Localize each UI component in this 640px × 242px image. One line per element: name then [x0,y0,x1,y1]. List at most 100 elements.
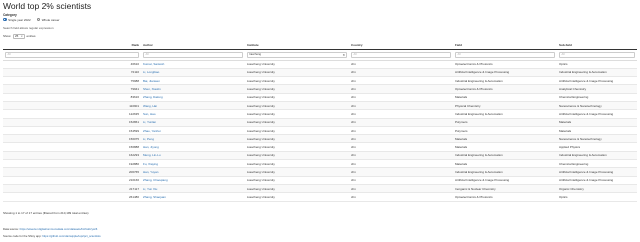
cell-rank: 206765 [3,167,141,177]
table-row: 152861 Li, Yunlan Liaocheng University chn P… [3,118,637,127]
author-filter-input[interactable]: All [143,51,243,58]
cell-subfield: Chemical Engineering [557,93,637,103]
cell-subfield: Optics [557,60,637,69]
column-header-rank[interactable]: Rank [3,41,141,50]
table-row: 110901 Wang, Hai Liaocheng University chn Ph… [3,101,637,111]
cell-subfield: Artificial Intelligence & Image Processi… [557,109,637,119]
header-row: Rank Author Institute Country Field Sub-… [3,41,637,50]
cell-field: Optoelectronics & Photonics [453,84,557,94]
cell-author[interactable]: Zhang, Dalong [141,93,245,103]
cell-subfield: Nanoscience & Nanotechnology [557,134,637,144]
length-menu-suffix: entries [26,34,36,38]
cell-author[interactable]: Fu, Xiaying [141,159,245,169]
table-row: 122635 Sun, Hao Liaocheng University chn Ind… [3,109,637,119]
cell-country: chn [349,192,453,202]
institute-filter-input[interactable]: liaocheng ✕ [247,51,347,58]
country-filter-input[interactable]: All [351,51,451,58]
cell-field: Materials [453,93,557,103]
cell-country: chn [349,84,453,94]
cell-field: Inorganic & Nuclear Chemistry [453,184,557,194]
cell-author[interactable]: Li, Peng [141,134,245,144]
cell-author[interactable]: Li, Longbiao [141,68,245,78]
cell-field: Industrial Engineering & Automation [453,167,557,177]
cell-subfield: Materials [557,126,637,136]
cell-institute: Liaocheng University [245,184,349,194]
cell-author[interactable]: Wang, Hai [141,101,245,111]
cell-author[interactable]: Li, Yun Xiu [141,184,245,194]
table-row: 79941 Shen, Xiaolin Liaocheng University ch… [3,84,637,94]
cell-rank: 72110 [3,68,141,78]
cell-subfield: Materials [557,118,637,127]
cell-field: Polymers [453,126,557,136]
source-code-prefix: Source code for the Shiny app: [3,234,42,238]
cell-country: chn [349,126,453,136]
cell-author[interactable]: Meng, Lin-Lu [141,151,245,161]
source-code-link[interactable]: https://github.com/danwipple/top2pct_sci… [42,234,100,238]
cell-institute: Liaocheng University [245,101,349,111]
category-label: Category [3,12,17,17]
cell-country: chn [349,93,453,103]
cell-institute: Liaocheng University [245,109,349,119]
data-source-link[interactable]: https://elsevier.digitalcommonsdata.com/… [20,227,98,231]
subfield-filter-input[interactable]: All [559,51,635,58]
column-header-author[interactable]: Author [141,41,245,50]
chevron-down-icon: ▾ [21,34,23,38]
cell-author[interactable]: Kumar, Santosh [141,60,245,69]
cell-author[interactable]: Sun, Hao [141,109,245,119]
cell-author[interactable]: Bai, Jianwen [141,76,245,86]
radio-whole-career-label[interactable]: Whole career [42,18,60,22]
cell-author[interactable]: Han, Yuyan [141,167,245,177]
cell-country: chn [349,142,453,152]
cell-rank: 217117 [3,184,141,194]
cell-rank: 261480 [3,192,141,202]
cell-author[interactable]: Li, Yunlan [141,118,245,127]
source-code-line: Source code for the Shiny app: https://g… [3,234,101,238]
column-header-subfield[interactable]: Sub-field [557,41,637,50]
cell-institute: Liaocheng University [245,126,349,136]
table-row: 156075 Li, Peng Liaocheng University chn Mat… [3,134,637,144]
table-row: 72110 Li, Longbiao Liaocheng University chn… [3,68,637,78]
cell-country: chn [349,109,453,119]
rank-filter-input[interactable]: All [5,51,139,58]
cell-institute: Liaocheng University [245,159,349,169]
table-info: Showing 1 to 17 of 17 entries (filtered … [3,211,89,215]
data-source-line: Data source: https://elsevier.digitalcom… [3,227,97,231]
cell-author[interactable]: Zhao, Yanhui [141,126,245,136]
column-header-institute[interactable]: Institute [245,41,349,50]
cell-institute: Liaocheng University [245,60,349,69]
cell-subfield: Industrial Engineering & Automation [557,151,637,161]
category-radio-group: Single year 2022 Whole career [3,17,66,22]
cell-country: chn [349,176,453,185]
radio-whole-career[interactable] [36,17,41,22]
field-filter-input[interactable]: All [455,51,555,58]
cell-country: chn [349,151,453,161]
cell-subfield: Chemical Engineering [557,159,637,169]
column-header-country[interactable]: Country [349,41,453,50]
cell-rank: 156075 [3,134,141,144]
cell-rank: 122635 [3,109,141,119]
cell-field: Artificial Intelligence & Image Processi… [453,176,557,185]
cell-institute: Liaocheng University [245,192,349,202]
cell-author[interactable]: Zhang, Shaojuan [141,192,245,202]
cell-institute: Liaocheng University [245,76,349,86]
radio-single-year[interactable] [3,17,7,22]
cell-institute: Liaocheng University [245,134,349,144]
cell-rank: 156888 [3,142,141,152]
column-header-field[interactable]: Field [453,41,557,50]
cell-author[interactable]: Han, Jiyong [141,142,245,152]
table-row: 75988 Bai, Jianwen Liaocheng University chn… [3,76,637,86]
table-row: 206765 Han, Yuyan Liaocheng University chn I… [3,167,637,177]
radio-single-year-label[interactable]: Single year 2022 [8,18,31,22]
entries-select[interactable]: 25 ▾ [12,33,25,39]
cell-author[interactable]: Shen, Xiaolin [141,84,245,94]
cell-institute: Liaocheng University [245,151,349,161]
cell-subfield: Artificial Intelligence & Image Processi… [557,76,637,86]
cell-subfield: Artificial Intelligence & Image Processi… [557,176,637,185]
table-row: 83616 Zhang, Dalong Liaocheng University ch… [3,93,637,103]
cell-rank: 162293 [3,151,141,161]
cell-institute: Liaocheng University [245,84,349,94]
table-row: 261480 Zhang, Shaojuan Liaocheng Universit… [3,192,637,202]
length-menu: Show 25 ▾ entries [3,33,36,39]
cell-author[interactable]: Zhang, Chaoqiang [141,176,245,185]
clear-filter-icon[interactable]: ✕ [342,53,345,57]
